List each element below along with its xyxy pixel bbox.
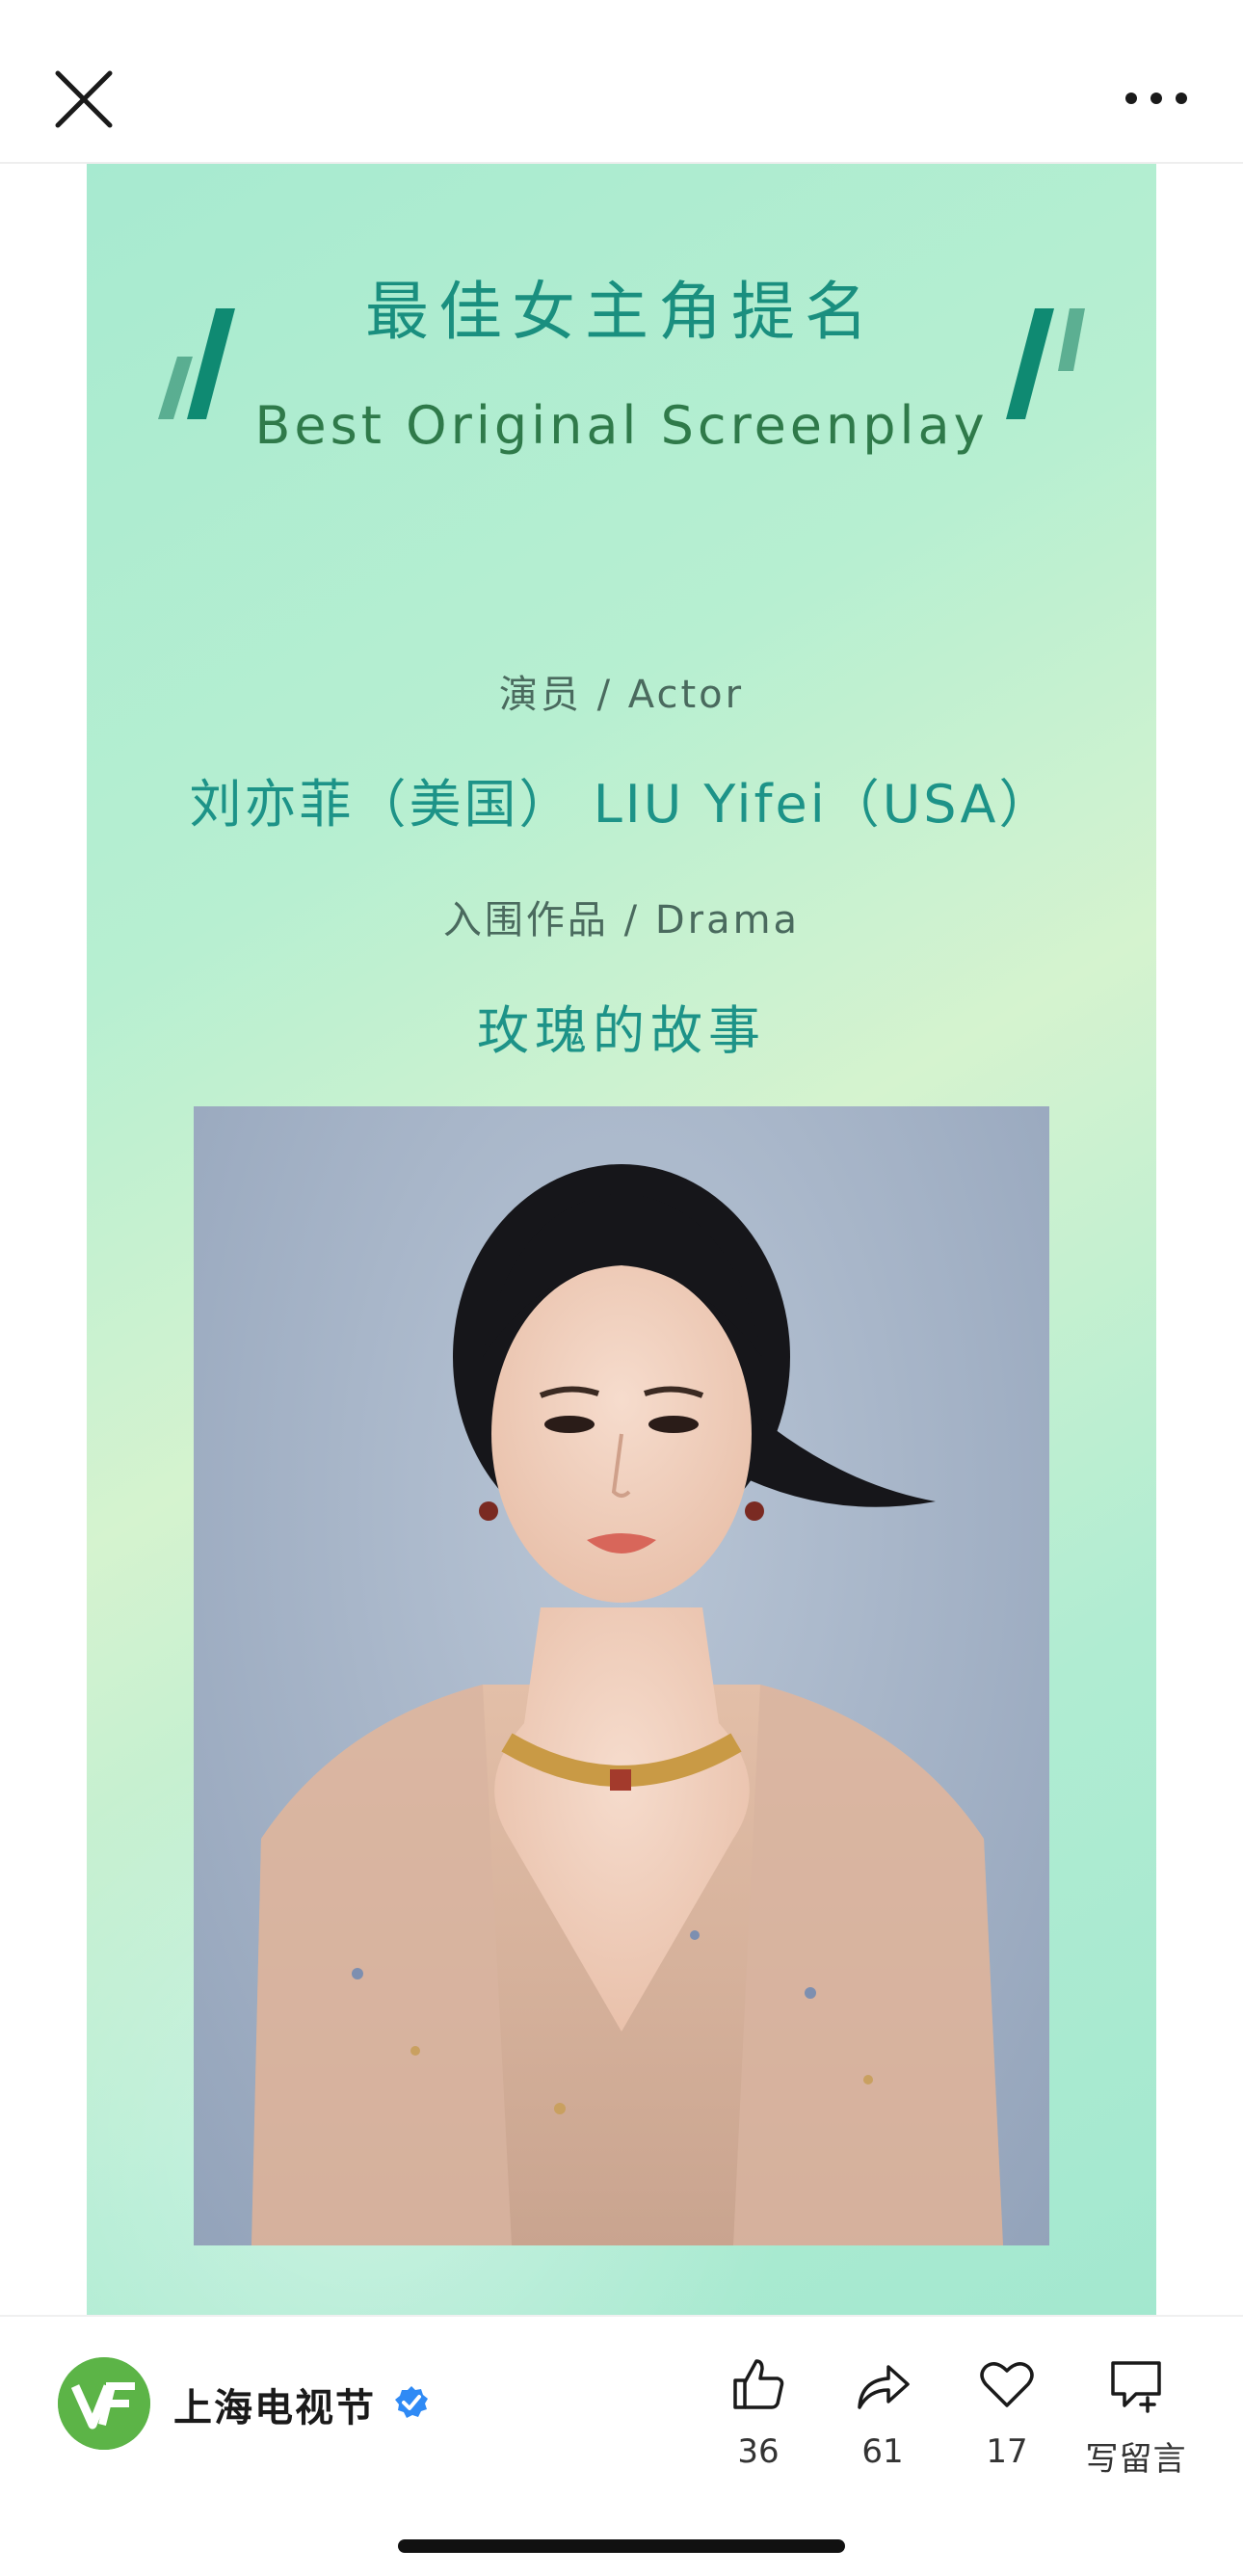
award-title-chinese: 最佳女主角提名 xyxy=(365,275,878,349)
share-count: 61 xyxy=(861,2432,904,2471)
close-button[interactable] xyxy=(48,64,119,135)
nomination-poster: 最佳女主角提名 Best Original Screenplay 演员 / Ac… xyxy=(87,164,1156,2315)
account-name[interactable]: 上海电视节 xyxy=(173,2377,376,2432)
actor-portrait-photo xyxy=(194,1106,1049,2245)
portrait-illustration xyxy=(251,1164,1003,2245)
favorite-button[interactable]: 17 xyxy=(949,2346,1065,2481)
tv-festival-logo xyxy=(58,2357,150,2450)
award-title-english: Best Original Screenplay xyxy=(254,395,989,456)
like-count: 36 xyxy=(737,2432,780,2471)
write-comment-button[interactable]: 写留言 xyxy=(1073,2346,1199,2481)
home-indicator xyxy=(398,2539,845,2553)
comment-add-icon xyxy=(1111,2361,1161,2413)
share-button[interactable]: 61 xyxy=(825,2346,940,2481)
close-icon xyxy=(55,70,113,128)
thumbs-up-icon xyxy=(733,2359,784,2409)
write-comment-label: 写留言 xyxy=(1085,2440,1187,2479)
top-bar xyxy=(0,0,1243,164)
actor-name: 刘亦菲（美国） LIU Yifei（USA） xyxy=(189,774,1054,835)
drama-label: 入围作品 / Drama xyxy=(442,898,801,943)
bottom-bar: 上海电视节 36 61 17 写留言 xyxy=(0,2315,1243,2576)
like-button[interactable]: 36 xyxy=(701,2346,816,2481)
verified-badge-icon xyxy=(395,2386,428,2418)
actor-label: 演员 / Actor xyxy=(498,673,745,717)
share-icon xyxy=(858,2365,910,2409)
drama-name: 玫瑰的故事 xyxy=(477,1000,766,1061)
more-options-button[interactable] xyxy=(1118,77,1195,120)
favorite-count: 17 xyxy=(986,2432,1028,2471)
more-icon xyxy=(1125,93,1187,104)
account-avatar[interactable] xyxy=(58,2357,150,2450)
article-page: 最佳女主角提名 Best Original Screenplay 演员 / Ac… xyxy=(0,0,1243,2576)
heart-icon xyxy=(980,2362,1034,2407)
